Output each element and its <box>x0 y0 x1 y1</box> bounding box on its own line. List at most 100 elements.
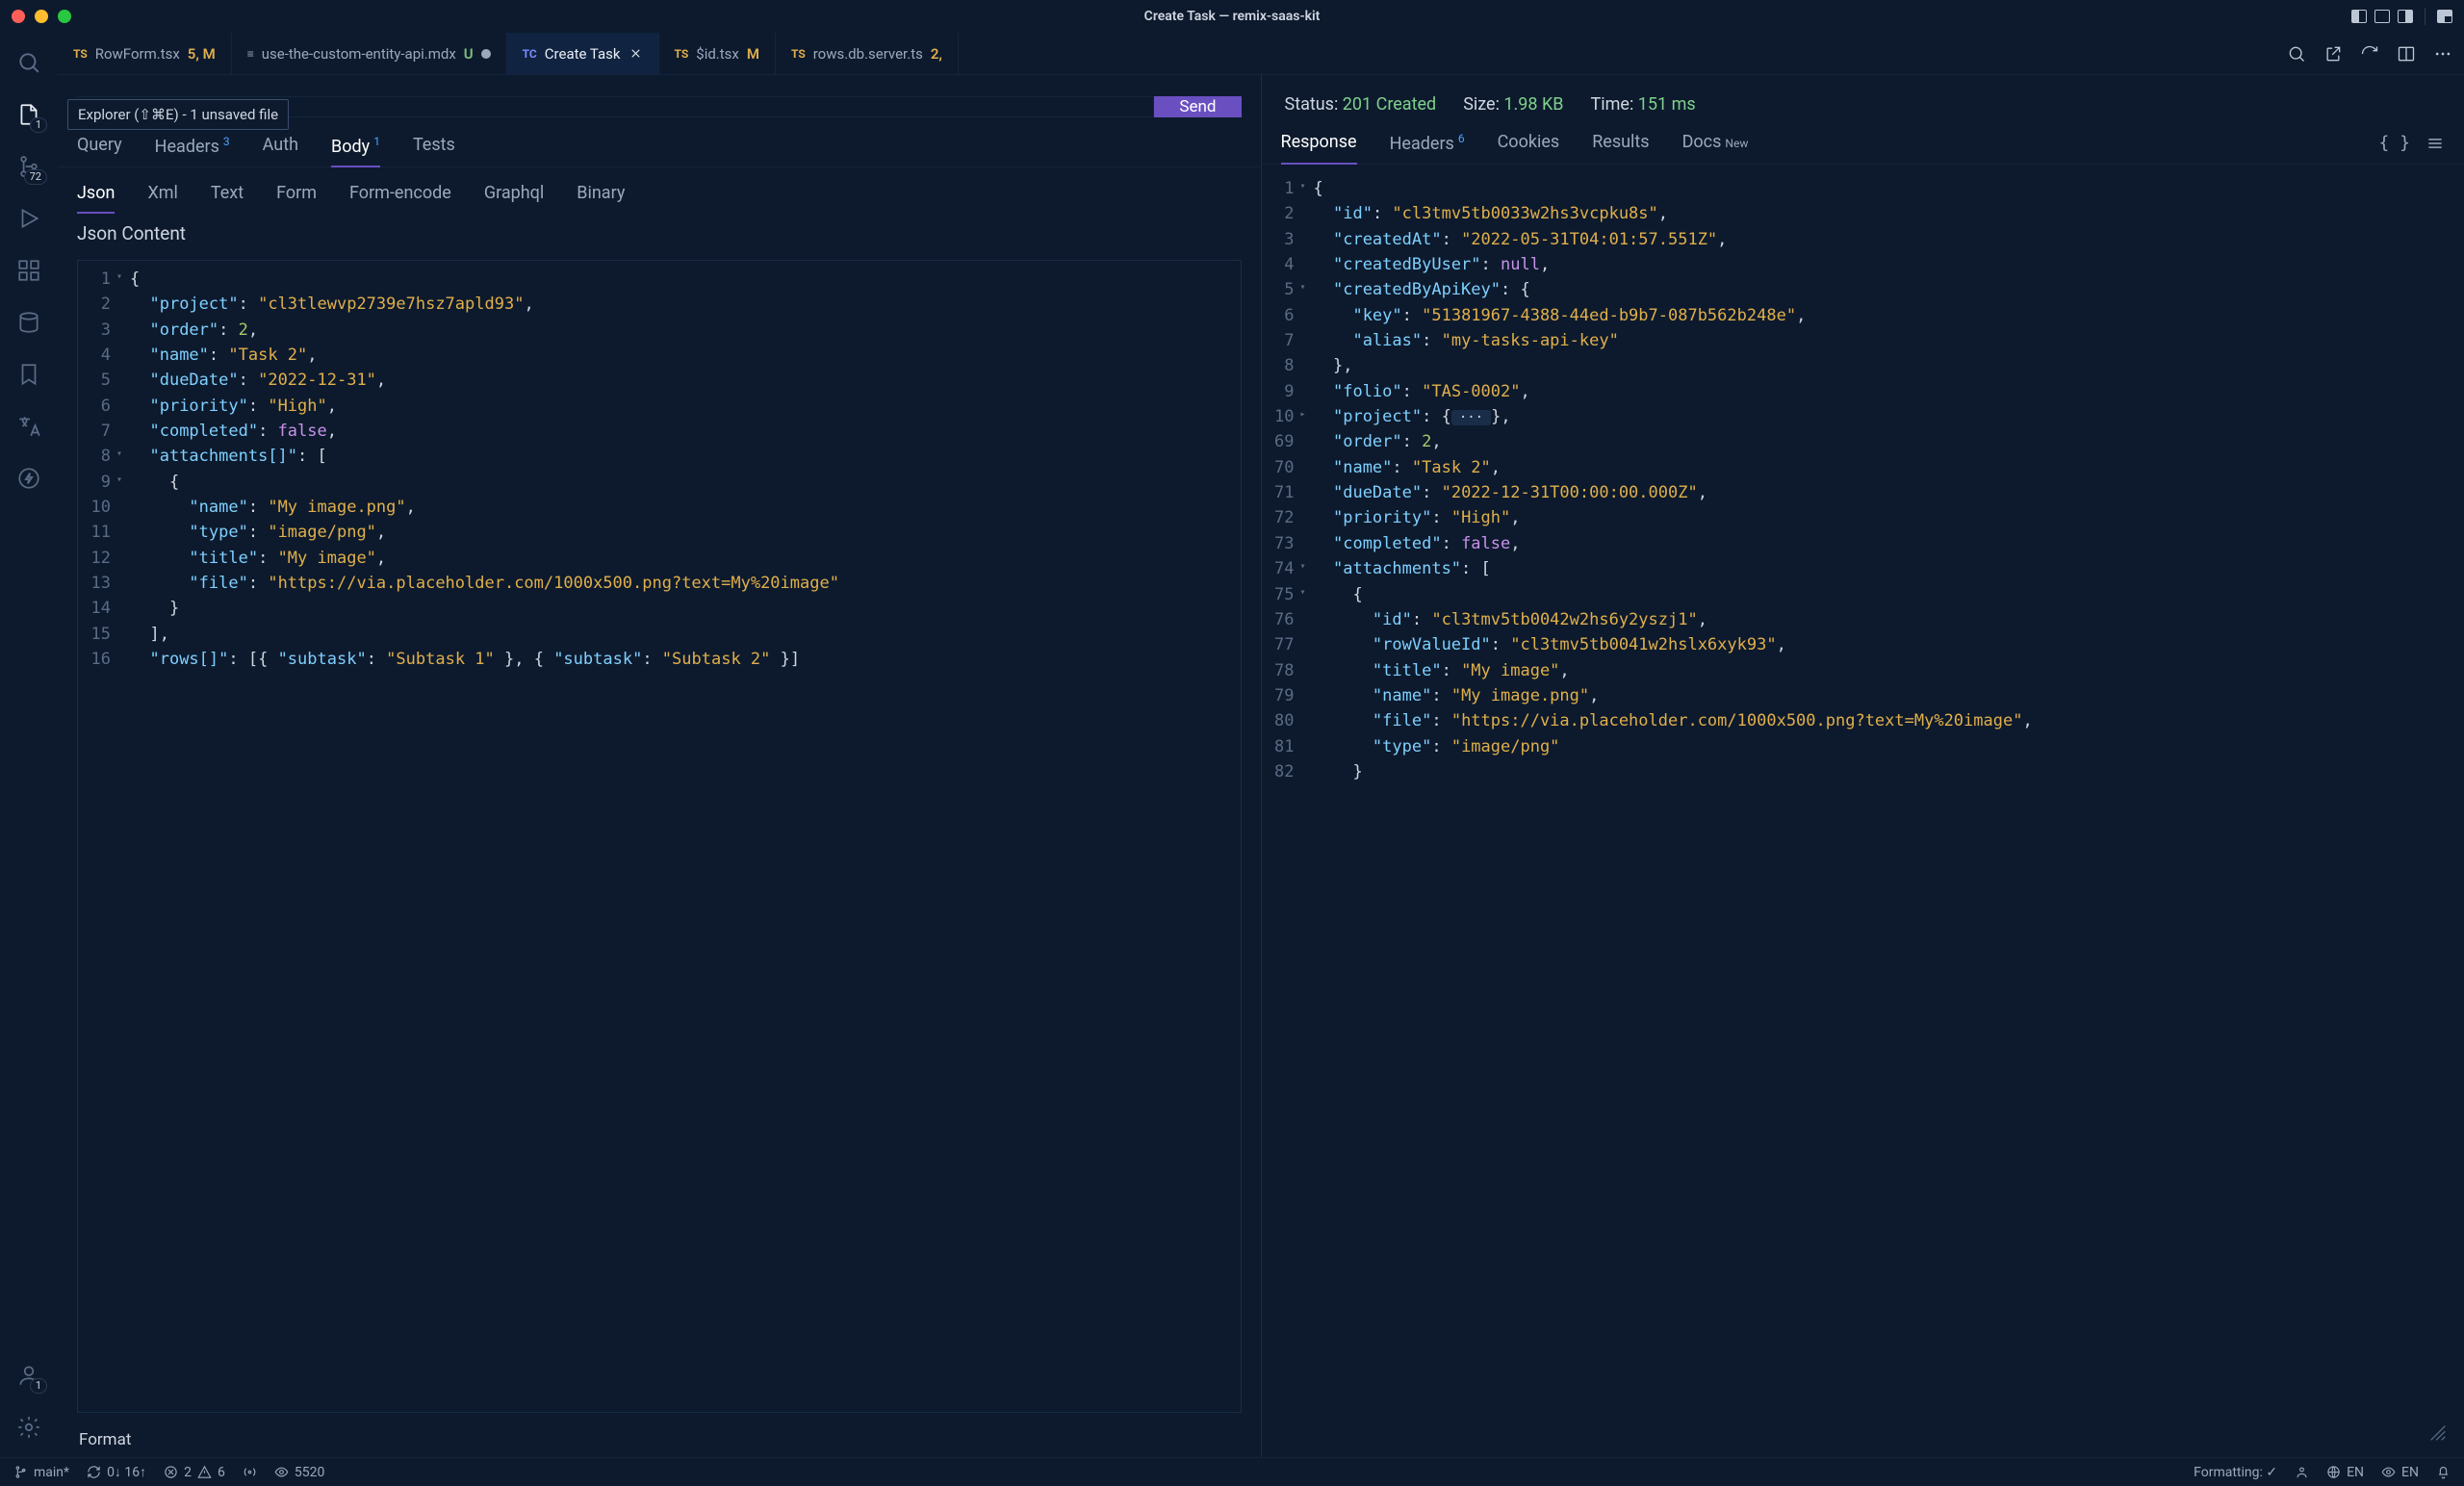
response-status-row: Status: 201 Created Size: 1.98 KB Time: … <box>1262 75 2464 115</box>
editor-tab[interactable]: ≡ use-the-custom-entity-api.mdx U <box>232 33 507 74</box>
unsaved-dot-icon <box>481 49 491 59</box>
request-tab-headers[interactable]: Headers3 <box>155 135 230 157</box>
formatting-status[interactable]: Formatting: ✓ <box>2194 1465 2277 1480</box>
format-button[interactable]: Format <box>58 1422 1261 1457</box>
tab-lang-badge: TS <box>675 47 689 61</box>
extensions-icon[interactable] <box>14 256 43 285</box>
source-control-icon[interactable]: 72 <box>14 152 43 181</box>
titlebar-layout-controls <box>2351 8 2452 25</box>
git-sync[interactable]: 0↓ 16↑ <box>87 1464 146 1480</box>
editor-tab[interactable]: TS rows.db.server.ts 2, <box>776 33 959 74</box>
body-type-form-encode[interactable]: Form-encode <box>349 183 451 203</box>
language-1[interactable]: EN <box>2326 1465 2364 1480</box>
database-icon[interactable] <box>14 308 43 337</box>
body-type-tabs: Json Xml Text Form Form-encode Graphql Binary <box>58 167 1261 213</box>
status-value: 201 Created <box>1343 94 1436 115</box>
editor-tab[interactable]: TS $id.tsx M <box>659 33 776 74</box>
response-body-editor[interactable]: 1▾{2 "id": "cl3tmv5tb0033w2hs3vcpku8s",3… <box>1262 170 2464 1457</box>
open-external-icon[interactable] <box>2323 44 2343 64</box>
size-value: 1.98 KB <box>1503 94 1563 115</box>
send-button[interactable]: Send <box>1154 96 1241 117</box>
problems[interactable]: 2 6 <box>164 1465 225 1480</box>
request-tab-auth[interactable]: Auth <box>263 135 298 157</box>
layout-right-icon[interactable] <box>2398 10 2413 23</box>
explorer-tooltip: Explorer (⇧⌘E) - 1 unsaved file <box>67 99 289 130</box>
git-branch[interactable]: main* <box>13 1465 69 1480</box>
bell-icon[interactable] <box>2436 1465 2451 1479</box>
tab-label: rows.db.server.ts <box>813 45 923 63</box>
body-type-json[interactable]: Json <box>77 183 115 203</box>
thunder-icon[interactable] <box>14 464 43 493</box>
editor-tab[interactable]: TC Create Task <box>507 33 659 74</box>
status-bar: main* 0↓ 16↑ 2 6 5520 Formatting: ✓ EN <box>0 1457 2464 1486</box>
more-icon[interactable] <box>2433 44 2452 64</box>
tab-label: $id.tsx <box>696 45 739 63</box>
split-icon[interactable] <box>2397 44 2416 64</box>
tab-modifier: 2, <box>931 45 942 63</box>
search-icon[interactable] <box>14 48 43 77</box>
request-pane: 000/api/tasks Send QueryHeaders3AuthBody… <box>58 75 1262 1457</box>
tab-modifier: U <box>464 45 474 63</box>
account-badge: 1 <box>30 1378 47 1394</box>
time-label: Time: <box>1591 94 1634 115</box>
run-debug-icon[interactable] <box>14 204 43 233</box>
layout-left-icon[interactable] <box>2351 10 2367 23</box>
response-tools: { } <box>2378 132 2445 154</box>
layout-center-icon[interactable] <box>2374 10 2390 23</box>
editor-tab[interactable]: TSRowForm.tsx5, M <box>58 33 232 74</box>
resize-handle-icon[interactable] <box>2427 1422 2449 1444</box>
traffic-lights <box>12 10 71 23</box>
explorer-icon[interactable]: 1 <box>14 100 43 129</box>
activity-bar: 1 72 <box>0 33 58 1457</box>
tab-modifier: 5, M <box>188 45 216 63</box>
person-icon[interactable] <box>2295 1465 2309 1479</box>
response-tab-results[interactable]: Results <box>1592 132 1649 154</box>
zoom-window[interactable] <box>58 10 71 23</box>
response-tab-response[interactable]: Response <box>1281 132 1357 154</box>
language-2[interactable]: EN <box>2381 1465 2419 1480</box>
radio-icon[interactable] <box>243 1465 257 1479</box>
titlebar: Create Task — remix-saas-kit <box>0 0 2464 33</box>
body-type-form[interactable]: Form <box>276 183 317 203</box>
tab-lang-badge: ≡ <box>247 47 254 61</box>
layout-grid-icon[interactable] <box>2437 10 2452 23</box>
brackets-icon[interactable]: { } <box>2378 133 2410 153</box>
minimize-window[interactable] <box>35 10 48 23</box>
response-tabs: Response Headers6 Cookies Results DocsNew { } <box>1262 115 2464 165</box>
body-type-binary[interactable]: Binary <box>577 183 625 203</box>
translate-icon[interactable] <box>14 412 43 441</box>
body-type-text[interactable]: Text <box>211 183 244 203</box>
status-label: Status: <box>1285 94 1339 115</box>
eye-icon[interactable]: 5520 <box>274 1465 324 1480</box>
gear-icon[interactable] <box>14 1413 43 1442</box>
tab-modifier: M <box>747 45 759 63</box>
response-tab-cookies[interactable]: Cookies <box>1498 132 1560 154</box>
response-tab-docs[interactable]: DocsNew <box>1682 132 1749 154</box>
refresh-icon[interactable] <box>2360 44 2379 64</box>
request-tab-query[interactable]: Query <box>77 135 122 157</box>
request-body-editor[interactable]: 1▾{2 "project": "cl3tlewvp2739e7hsz7apld… <box>77 260 1242 1413</box>
json-content-title: Json Content <box>58 213 1261 254</box>
tab-label: use-the-custom-entity-api.mdx <box>262 45 456 63</box>
tab-tools <box>2275 33 2464 74</box>
tab-label: RowForm.tsx <box>95 45 180 63</box>
search-in-tab-icon[interactable] <box>2287 44 2306 64</box>
editor-tabs: TS RowForm.tsx 5, M ≡ use-the-custom-entity-… <box>58 33 2464 75</box>
scm-badge: 72 <box>24 169 47 185</box>
tab-label: Create Task <box>545 45 621 63</box>
close-window[interactable] <box>12 10 25 23</box>
tab-lang-badge: TS <box>791 47 806 61</box>
response-tab-headers[interactable]: Headers6 <box>1390 132 1465 154</box>
request-tab-body[interactable]: Body1 <box>331 135 380 157</box>
body-type-xml[interactable]: Xml <box>147 183 177 203</box>
menu-icon[interactable] <box>2426 134 2445 153</box>
body-type-graphql[interactable]: Graphql <box>484 183 544 203</box>
window-title: Create Task — remix-saas-kit <box>1144 9 1321 24</box>
request-tab-tests[interactable]: Tests <box>413 135 455 157</box>
close-icon[interactable] <box>629 46 643 61</box>
time-value: 151 ms <box>1638 94 1696 115</box>
response-pane: Status: 201 Created Size: 1.98 KB Time: … <box>1262 75 2464 1457</box>
tab-lang-badge: TC <box>523 47 537 61</box>
account-icon[interactable]: 1 <box>14 1361 43 1390</box>
bookmark-icon[interactable] <box>14 360 43 389</box>
